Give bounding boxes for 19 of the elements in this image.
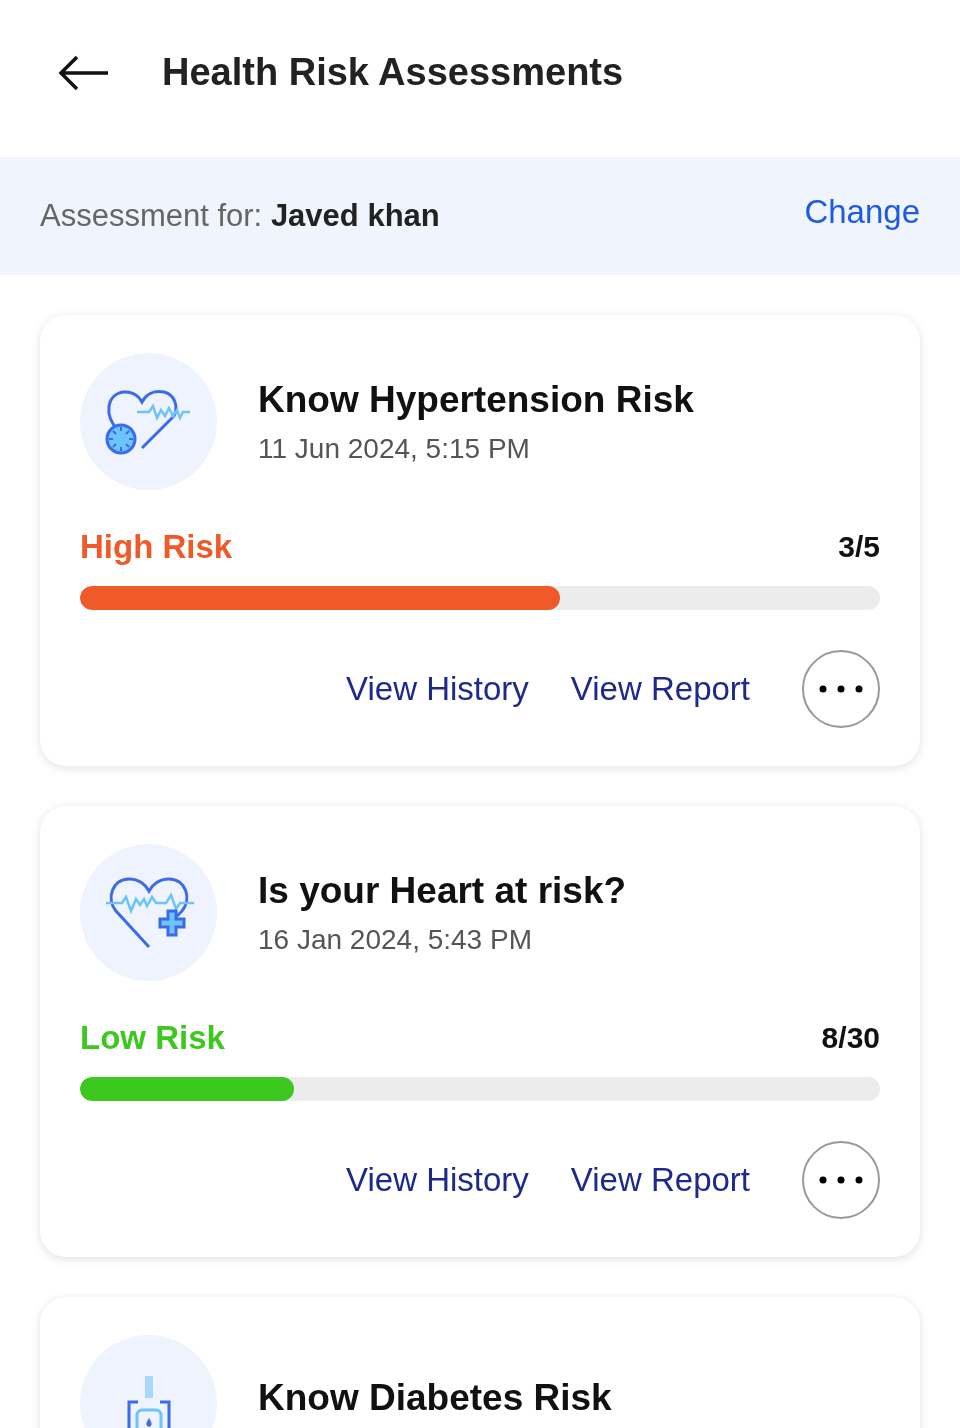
- assessment-title: Know Diabetes Risk: [258, 1376, 612, 1419]
- action-link[interactable]: View Report: [570, 1161, 750, 1199]
- back-arrow-icon[interactable]: [58, 54, 110, 91]
- page-title: Health Risk Assessments: [162, 51, 624, 95]
- risk-score: 3/5: [838, 530, 880, 564]
- assessment-title: Is your Heart at risk?: [258, 869, 627, 912]
- risk-label: Low Risk: [80, 1019, 225, 1057]
- risk-label: High Risk: [80, 528, 233, 566]
- action-link[interactable]: View History: [346, 1161, 529, 1199]
- action-link[interactable]: View History: [346, 670, 529, 708]
- risk-score: 8/30: [821, 1021, 880, 1055]
- action-link[interactable]: View Report: [570, 670, 750, 708]
- assessment-title: Know Hypertension Risk: [258, 378, 694, 421]
- assessment-for-label: Assessment for: Javed khan: [40, 198, 440, 234]
- assessment-date: 11 Jun 2024, 5:15 PM: [258, 432, 531, 465]
- more-icon: [819, 685, 863, 693]
- change-link[interactable]: Change: [804, 193, 920, 239]
- more-icon: [819, 1176, 863, 1184]
- assessment-date: 16 Jan 2024, 5:43 PM: [258, 923, 533, 956]
